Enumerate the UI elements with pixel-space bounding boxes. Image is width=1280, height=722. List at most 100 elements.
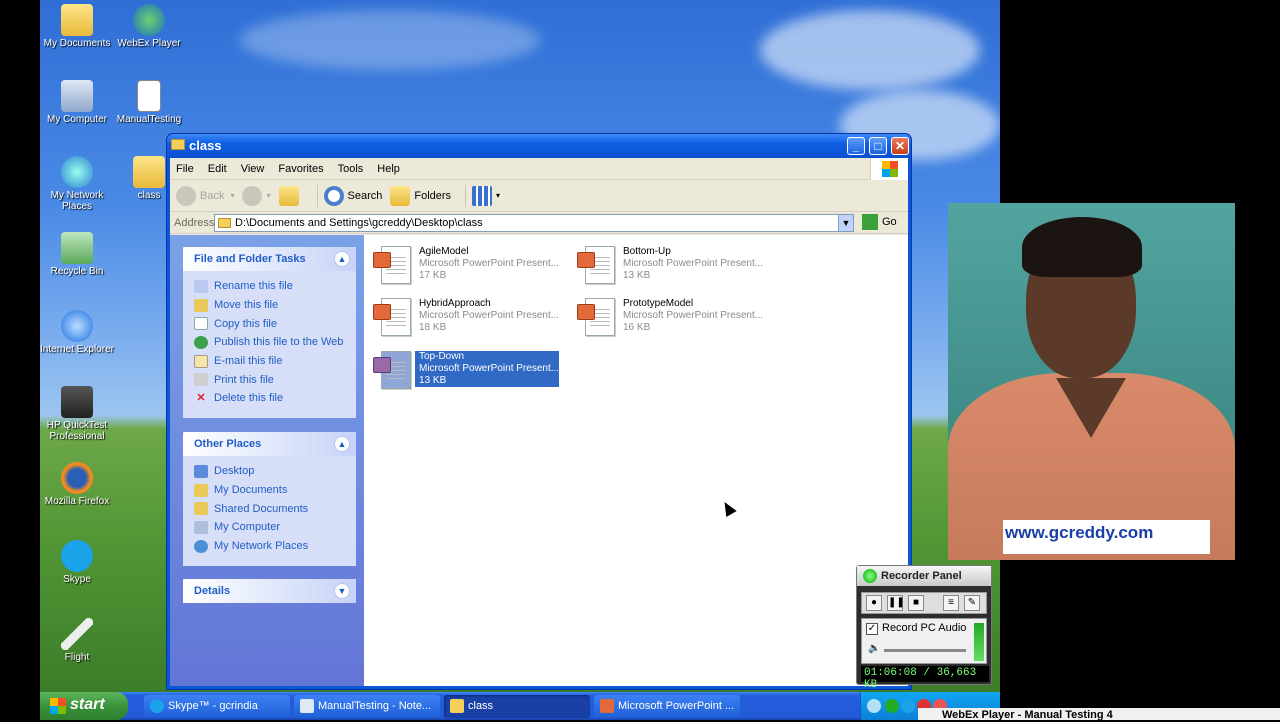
task-print[interactable]: Print this file [194, 370, 356, 389]
delete-icon: ✕ [196, 391, 206, 404]
record-audio-checkbox[interactable]: ✓ [866, 623, 878, 635]
task-publish[interactable]: Publish this file to the Web [194, 333, 356, 352]
taskbar-item-class[interactable]: class [444, 695, 590, 718]
stop-button[interactable]: ■ [908, 595, 924, 611]
globe-icon [194, 335, 208, 349]
audio-section: ✓ Record PC Audio 🔈 [861, 618, 987, 664]
tray-arrow-icon[interactable] [867, 699, 881, 713]
screen: My Documents WebEx Player My Computer Ma… [0, 0, 1280, 721]
panel-header[interactable]: Other Places ▲ [183, 432, 356, 456]
forward-arrow-icon [242, 185, 263, 206]
desktop-icon-manualtesting[interactable]: ManualTesting [112, 80, 186, 125]
chevron-down-icon: ▾ [496, 191, 501, 200]
file-item[interactable]: PrototypeModel Microsoft PowerPoint Prese… [572, 295, 768, 337]
windows-logo-icon [870, 158, 908, 180]
explorer-window: class _ □ ✕ File Edit View Favorites Too… [166, 133, 912, 690]
menu-edit[interactable]: Edit [208, 163, 227, 175]
back-button[interactable]: Back ▾ [176, 185, 235, 206]
powerpoint-file-icon [575, 246, 619, 286]
desktop-icon-internet-explorer[interactable]: Internet Explorer [40, 310, 114, 355]
up-folder-button[interactable] [278, 185, 303, 206]
powerpoint-file-icon [371, 351, 415, 391]
place-my-documents[interactable]: My Documents [194, 481, 356, 500]
task-rename[interactable]: Rename this file [194, 277, 356, 296]
skype-icon [61, 540, 93, 572]
chevron-down-icon[interactable]: ▼ [838, 215, 853, 231]
taskbar-item-powerpoint[interactable]: Microsoft PowerPoint ... [594, 695, 740, 718]
file-item[interactable]: Bottom-Up Microsoft PowerPoint Present...… [572, 243, 768, 285]
recorder-title-bar[interactable]: Recorder Panel [857, 566, 991, 586]
folder-icon [171, 139, 185, 150]
minimize-button[interactable]: _ [847, 137, 865, 155]
internet-explorer-icon [61, 310, 93, 342]
place-my-computer[interactable]: My Computer [194, 518, 356, 537]
printer-icon [194, 373, 208, 387]
views-button[interactable]: ▾ [472, 185, 501, 206]
powerpoint-file-icon [371, 298, 415, 338]
place-shared-documents[interactable]: Shared Documents [194, 499, 356, 518]
go-button[interactable]: Go [862, 214, 897, 230]
maximize-button[interactable]: □ [869, 137, 887, 155]
menu-file[interactable]: File [176, 163, 194, 175]
collapse-icon[interactable]: ▲ [334, 436, 350, 452]
address-input[interactable]: D:\Documents and Settings\gcreddy\Deskto… [214, 214, 854, 232]
menu-help[interactable]: Help [377, 163, 400, 175]
record-button[interactable]: ● [866, 595, 882, 611]
file-item[interactable]: HybridApproach Microsoft PowerPoint Prese… [368, 295, 564, 337]
desktop-icon-my-network-places[interactable]: My Network Places [40, 156, 114, 212]
folder-icon [450, 699, 464, 713]
computer-icon [61, 80, 93, 112]
task-move[interactable]: Move this file [194, 296, 356, 315]
desktop-icon-hp-quicktest[interactable]: HP QuickTest Professional [40, 386, 114, 442]
taskbar: start Skype™ - gcrindia ManualTesting - … [40, 692, 1000, 720]
folder-icon [218, 218, 231, 228]
file-item-selected[interactable]: Top-Down Microsoft PowerPoint Present... 1… [368, 348, 564, 390]
place-my-network-places[interactable]: My Network Places [194, 537, 356, 556]
desktop-icon-mozilla-firefox[interactable]: Mozilla Firefox [40, 462, 114, 507]
tray-network-icon[interactable] [901, 699, 915, 713]
back-arrow-icon [176, 185, 196, 206]
title-bar[interactable]: class _ □ ✕ [167, 134, 911, 158]
folders-button[interactable]: Folders [390, 185, 451, 206]
webex-player-bar[interactable]: WebEx Player - Manual Testing 4 [918, 708, 1280, 721]
taskbar-item-skype[interactable]: Skype™ - gcrindia [144, 695, 290, 718]
desktop-icon-flight[interactable]: Flight [40, 618, 114, 663]
collapse-icon[interactable]: ▲ [334, 251, 350, 267]
computer-icon [194, 520, 208, 534]
expand-icon[interactable]: ▼ [334, 583, 350, 599]
search-button[interactable]: Search [323, 185, 382, 206]
desktop-icon-my-documents[interactable]: My Documents [40, 4, 114, 49]
skype-icon [150, 699, 164, 713]
task-delete[interactable]: ✕ Delete this file [194, 389, 356, 408]
file-list: AgileModel Microsoft PowerPoint Present..… [364, 235, 908, 686]
panel-header[interactable]: Details ▼ [183, 579, 356, 603]
menu-view[interactable]: View [241, 163, 265, 175]
pause-button[interactable]: ❚❚ [887, 595, 905, 611]
tray-globe-icon[interactable] [885, 699, 899, 713]
menu-favorites[interactable]: Favorites [278, 163, 323, 175]
powerpoint-file-icon [371, 246, 415, 286]
settings-button[interactable]: ≡ [943, 595, 959, 611]
annotate-button[interactable]: ✎ [964, 595, 980, 611]
desktop-icon-my-computer[interactable]: My Computer [40, 80, 114, 125]
taskbar-item-notepad[interactable]: ManualTesting - Note... [294, 695, 440, 718]
recorder-panel: Recorder Panel ● ❚❚ ■ ≡ ✎ ✓ Record PC Au… [856, 565, 992, 691]
close-button[interactable]: ✕ [891, 137, 909, 155]
task-copy[interactable]: Copy this file [194, 314, 356, 333]
panel-header[interactable]: File and Folder Tasks ▲ [183, 247, 356, 271]
desktop-icon-skype[interactable]: Skype [40, 540, 114, 585]
place-desktop[interactable]: Desktop [194, 462, 356, 481]
menu-tools[interactable]: Tools [338, 163, 364, 175]
chevron-down-icon: ▾ [230, 191, 235, 200]
search-icon [323, 185, 344, 206]
window-body: File Edit View Favorites Tools Help Back… [170, 158, 908, 686]
volume-slider[interactable] [884, 649, 966, 652]
folder-icon [133, 156, 165, 188]
start-button[interactable]: start [40, 692, 128, 720]
desktop-icon-recycle-bin[interactable]: Recycle Bin [40, 232, 114, 277]
desktop-icon-webex-player[interactable]: WebEx Player [112, 4, 186, 49]
forward-button[interactable]: ▾ [242, 185, 271, 206]
up-folder-icon [278, 185, 299, 206]
file-item[interactable]: AgileModel Microsoft PowerPoint Present..… [368, 243, 564, 285]
task-email[interactable]: E-mail this file [194, 352, 356, 371]
